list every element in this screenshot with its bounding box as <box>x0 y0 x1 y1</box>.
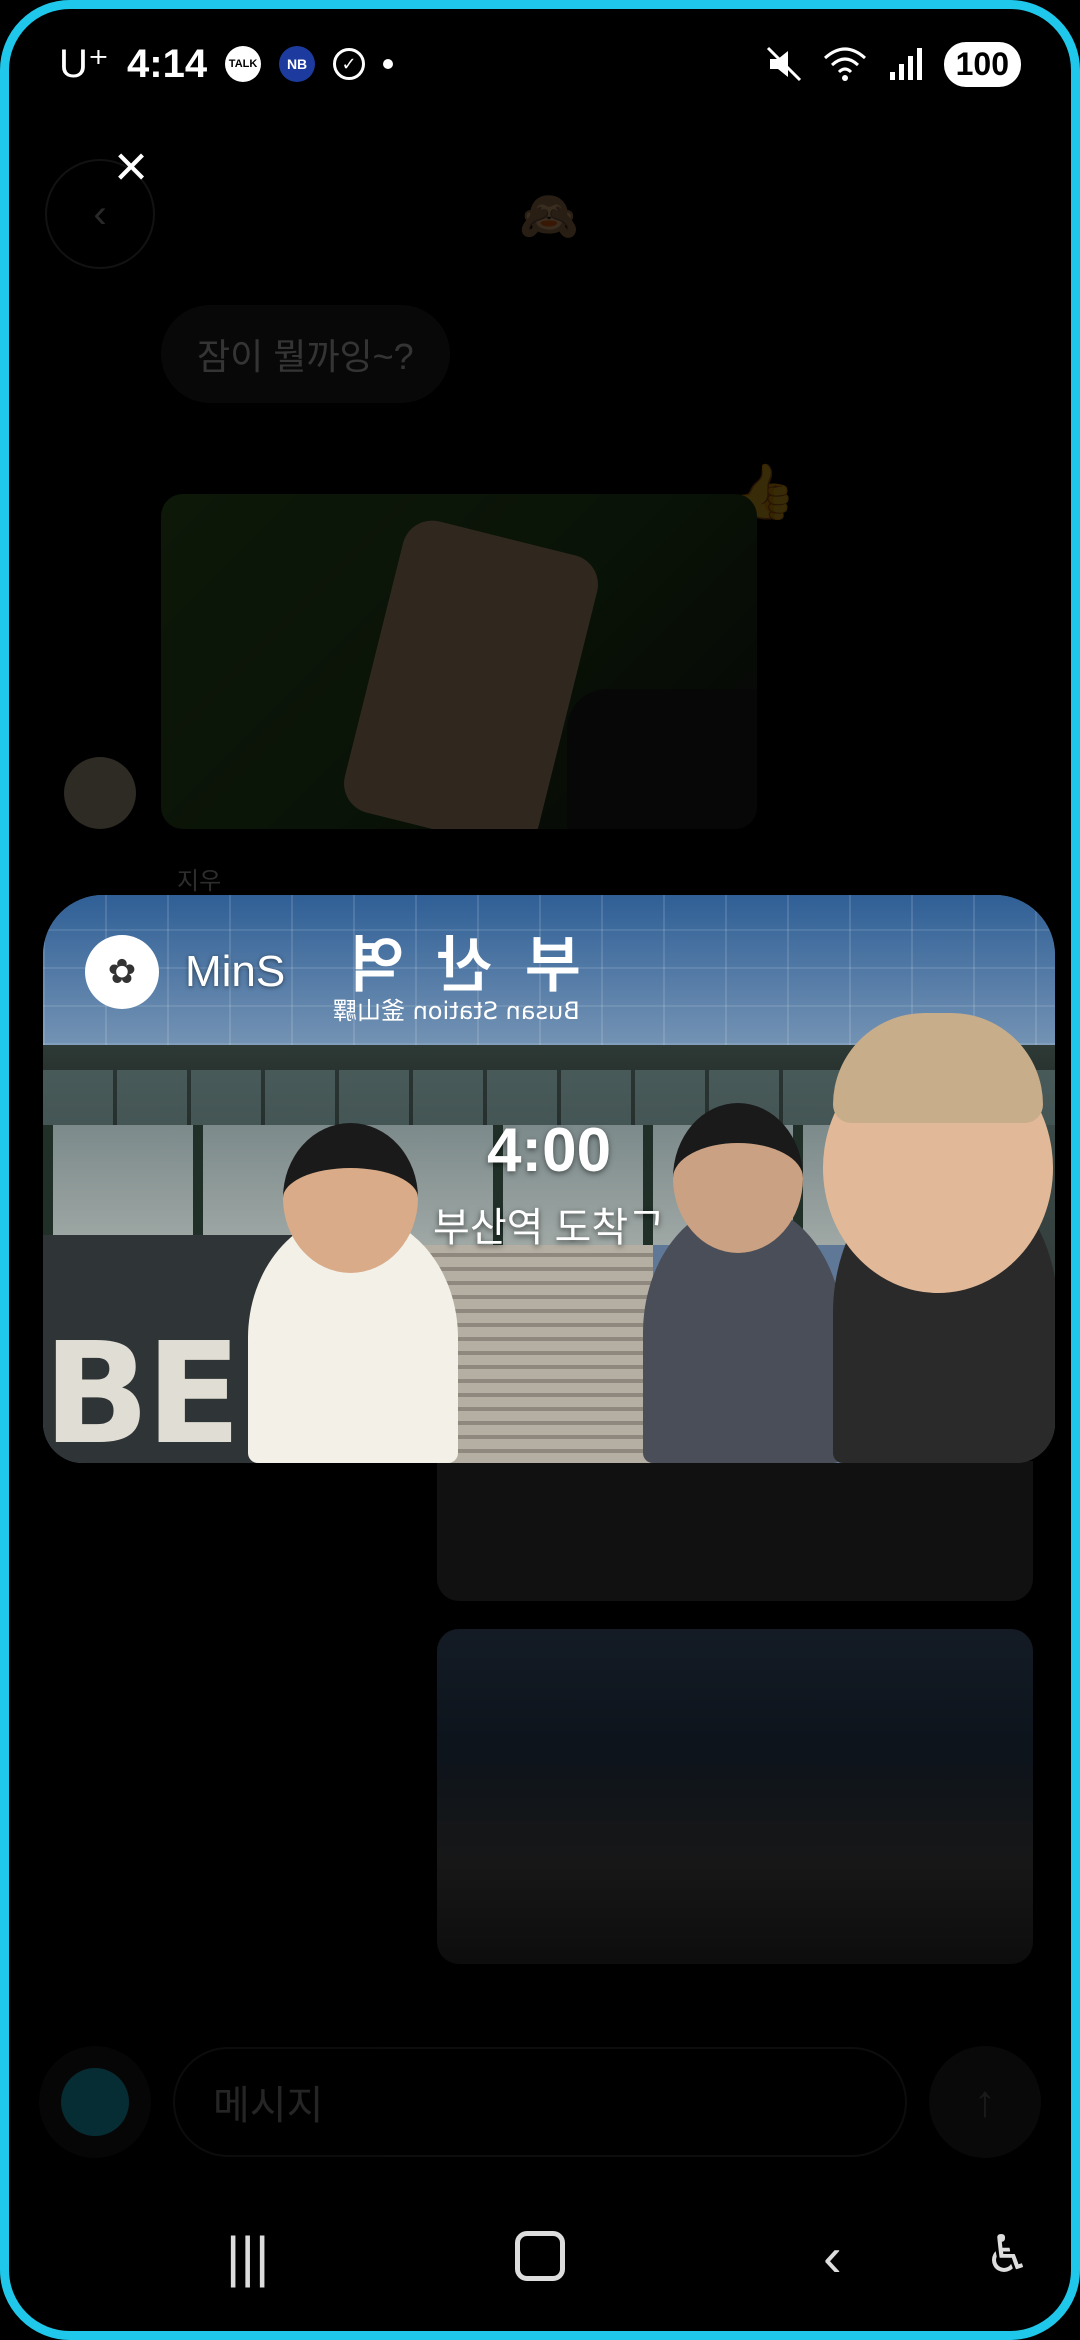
photo-bag-shape <box>337 514 605 829</box>
sender-avatar[interactable] <box>64 757 136 829</box>
mute-icon <box>766 46 801 82</box>
status-bar: U⁺ 4:14 TALK NB ✓ 100 <box>9 9 1071 119</box>
talk-icon: TALK <box>225 46 262 82</box>
station-sign-sub: Busan Station 釜山驛 <box>333 997 580 1025</box>
recents-button[interactable]: ||| <box>198 2224 298 2289</box>
clock: 4:14 <box>127 41 208 86</box>
battery-indicator: 100 <box>943 41 1021 87</box>
message-composer: 메시지 ↑ <box>39 2045 1041 2159</box>
emoji-icon <box>61 2068 129 2136</box>
poster-avatar[interactable]: ✿ <box>85 935 159 1009</box>
photo-shadow-shape <box>567 689 757 829</box>
wifi-icon <box>823 47 866 81</box>
emoji-button[interactable] <box>39 2046 151 2158</box>
post-caption: 부산역 도착ᄀ <box>433 1206 665 1250</box>
nb-icon: NB <box>279 46 316 82</box>
nav-back-button[interactable]: ‹ <box>782 2224 882 2289</box>
poster-name[interactable]: MinS <box>185 947 285 997</box>
sender-name: 지우 <box>177 868 222 895</box>
status-left: U⁺ 4:14 TALK NB ✓ <box>59 41 394 87</box>
dot-icon <box>383 59 394 69</box>
featured-photo-card[interactable]: 부 산 역 Busan Station 釜山驛 BE ✿ MinS 4:00 부… <box>43 895 1055 1463</box>
close-button[interactable]: × <box>101 137 161 197</box>
navigation-bar: ||| ‹ <box>9 2181 1071 2331</box>
post-time: 4:00 <box>486 1116 612 1185</box>
photo-message[interactable] <box>161 494 757 829</box>
status-right: 100 <box>764 41 1021 87</box>
carrier-label: U⁺ <box>59 42 109 86</box>
photo-message-thumbnail[interactable] <box>437 1629 1033 1964</box>
message-bubble[interactable]: 잠이 뭘까잉~? <box>161 305 450 403</box>
accessibility-icon[interactable]: ♿ <box>984 2225 1031 2285</box>
screen-frame: U⁺ 4:14 TALK NB ✓ 100 × ‹ 🙈 잠이 뭘까잉~? 👍 지… <box>0 0 1080 2340</box>
send-button[interactable]: ↑ <box>929 2046 1041 2158</box>
signal-icon <box>889 48 922 80</box>
check-circle-icon: ✓ <box>333 48 366 80</box>
photo-message-partial[interactable] <box>437 1461 1033 1601</box>
home-button[interactable] <box>514 2231 565 2281</box>
message-input[interactable]: 메시지 <box>173 2047 907 2157</box>
building-letters: BE <box>43 1313 241 1464</box>
see-no-evil-emoji: 🙈 <box>519 190 579 243</box>
